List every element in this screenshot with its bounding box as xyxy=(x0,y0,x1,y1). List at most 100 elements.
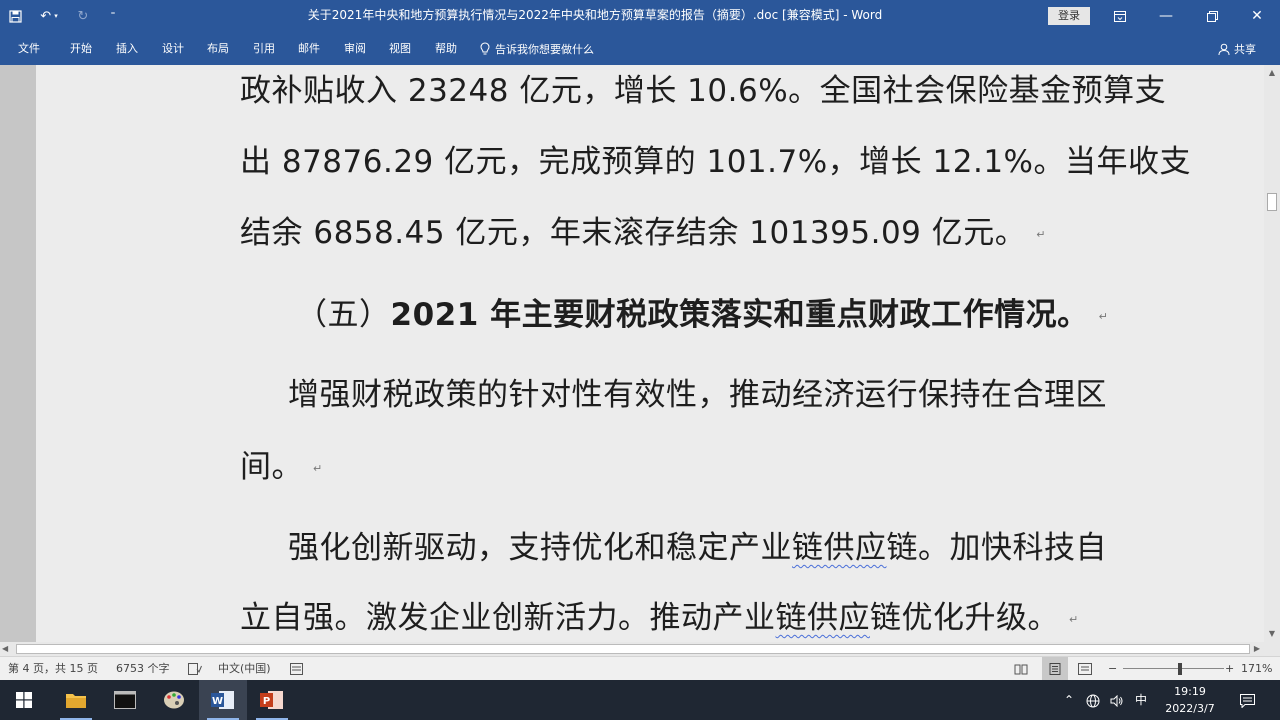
word-count[interactable]: 6753 个字 xyxy=(116,657,170,681)
status-bar: 第 4 页，共 15 页 6753 个字 中文(中国) − + 171% xyxy=(0,656,1280,681)
paragraph-mark: ↵ xyxy=(1036,228,1046,241)
restore-button[interactable] xyxy=(1189,0,1235,32)
tab-mailings[interactable]: 邮件 xyxy=(298,32,320,65)
proofing-icon[interactable] xyxy=(188,657,202,681)
svg-text:P: P xyxy=(263,696,270,707)
network-icon[interactable] xyxy=(1086,680,1100,720)
zoom-level[interactable]: 171% xyxy=(1241,657,1272,681)
speaker-icon xyxy=(1110,694,1123,707)
close-button[interactable]: ✕ xyxy=(1234,0,1280,32)
tell-me-label: 告诉我你想要做什么 xyxy=(495,42,594,56)
section-heading: （五）2021 年主要财税政策落实和重点财政工作情况。 ↵ xyxy=(296,289,1108,334)
text-line-content: 链优化升级。 xyxy=(870,600,1059,636)
volume-icon[interactable] xyxy=(1110,680,1124,720)
scroll-up-arrow-icon[interactable]: ▲ xyxy=(1264,65,1280,81)
share-label: 共享 xyxy=(1234,42,1256,56)
svg-text:W: W xyxy=(212,696,223,707)
folder-icon xyxy=(66,694,86,708)
print-layout-icon xyxy=(1049,663,1061,675)
zoom-slider-thumb[interactable] xyxy=(1178,663,1182,675)
customize-icon: ⁼ xyxy=(110,11,116,21)
scroll-left-arrow-icon[interactable]: ◀ xyxy=(2,642,8,656)
scroll-right-arrow-icon[interactable]: ▶ xyxy=(1254,642,1260,656)
web-layout-button[interactable] xyxy=(1078,657,1092,681)
language-indicator[interactable]: 中文(中国) xyxy=(218,657,271,681)
document-page[interactable]: 政补贴收入 23248 亿元，增长 10.6%。全国社会保险基金预算支 出 87… xyxy=(36,65,1264,642)
ribbon-display-options-button[interactable] xyxy=(1097,0,1143,32)
start-button[interactable] xyxy=(0,680,48,720)
minimize-button[interactable]: — xyxy=(1143,0,1189,32)
taskbar-terminal[interactable] xyxy=(101,680,149,720)
text-line: 立自强。激发企业创新活力。推动产业链供应链优化升级。 ↵ xyxy=(240,592,1079,637)
customize-qat-button[interactable]: ⁼ xyxy=(98,0,128,32)
tab-references[interactable]: 引用 xyxy=(253,32,275,65)
taskbar-paint-app[interactable] xyxy=(150,680,198,720)
text-line-content: 出 87876.29 亿元，完成预算的 101.7%，增长 12.1%。当年收支 xyxy=(240,144,1192,180)
quick-access-toolbar: ↶ ▾ ↻ ⁼ xyxy=(0,0,128,32)
horizontal-scrollbar[interactable]: ◀ ▶ xyxy=(0,642,1264,656)
tab-file[interactable]: 文件 xyxy=(18,32,40,65)
text-line: 政补贴收入 23248 亿元，增长 10.6%。全国社会保险基金预算支 xyxy=(240,65,1166,110)
paragraph-mark: ↵ xyxy=(1069,613,1079,626)
text-line: 增强财税政策的针对性有效性，推动经济运行保持在合理区 xyxy=(288,369,1107,414)
ime-indicator[interactable]: 中 xyxy=(1135,680,1147,720)
print-layout-button[interactable] xyxy=(1042,657,1068,681)
grammar-flagged-text[interactable]: 链供应 xyxy=(792,530,887,566)
undo-icon: ↶ xyxy=(40,8,52,24)
scroll-down-arrow-icon[interactable]: ▼ xyxy=(1264,626,1280,642)
windows-taskbar: W P ⌃ 中 19:19 2022/3/7 xyxy=(0,680,1280,720)
show-hidden-icons-button[interactable]: ⌃ xyxy=(1064,680,1074,720)
redo-button[interactable]: ↻ xyxy=(68,0,98,32)
text-line-content: 链。加快科技自 xyxy=(886,530,1107,566)
page-count[interactable]: 第 4 页，共 15 页 xyxy=(8,657,98,681)
text-line-content: 立自强。激发企业创新活力。推动产业 xyxy=(240,600,776,636)
document-area[interactable]: 政补贴收入 23248 亿元，增长 10.6%。全国社会保险基金预算支 出 87… xyxy=(0,65,1264,642)
redo-icon: ↻ xyxy=(77,8,89,24)
text-line-content: 间。 xyxy=(240,449,303,485)
tab-insert[interactable]: 插入 xyxy=(116,32,138,65)
terminal-icon xyxy=(114,691,136,709)
zoom-slider-track[interactable] xyxy=(1123,668,1224,669)
tab-home[interactable]: 开始 xyxy=(70,32,92,65)
clock-date: 2022/3/7 xyxy=(1165,702,1215,715)
globe-icon xyxy=(1086,694,1100,707)
taskbar-file-explorer[interactable] xyxy=(52,680,100,720)
tab-design[interactable]: 设计 xyxy=(162,32,184,65)
text-line-content: 强化创新驱动，支持优化和稳定产业 xyxy=(288,530,792,566)
undo-button[interactable]: ↶ ▾ xyxy=(30,0,68,32)
save-button[interactable] xyxy=(0,0,30,32)
ibeam-cursor-icon: I xyxy=(811,303,820,319)
text-line-content: 增强财税政策的针对性有效性，推动经济运行保持在合理区 xyxy=(288,377,1107,413)
save-icon xyxy=(8,9,22,23)
zoom-in-button[interactable]: + xyxy=(1225,657,1234,681)
tab-help[interactable]: 帮助 xyxy=(435,32,457,65)
share-button[interactable]: 共享 xyxy=(1218,32,1256,65)
document-title: 关于2021年中央和地方预算执行情况与2022年中央和地方预算草案的报告（摘要）… xyxy=(307,8,883,22)
text-line: 出 87876.29 亿元，完成预算的 101.7%，增长 12.1%。当年收支 xyxy=(240,136,1191,181)
person-icon xyxy=(1218,43,1230,55)
system-clock[interactable]: 19:19 2022/3/7 xyxy=(1160,683,1220,717)
tell-me-search[interactable]: 告诉我你想要做什么 xyxy=(480,32,594,65)
scrollbar-corner xyxy=(1264,642,1280,656)
action-center-button[interactable] xyxy=(1240,680,1255,720)
paragraph-mark: ↵ xyxy=(313,462,323,475)
taskbar-powerpoint[interactable]: P xyxy=(248,680,296,720)
restore-icon xyxy=(1206,10,1218,22)
tab-layout[interactable]: 布局 xyxy=(207,32,229,65)
taskbar-word[interactable]: W xyxy=(199,680,247,720)
zoom-out-button[interactable]: − xyxy=(1108,657,1117,681)
clock-time: 19:19 xyxy=(1174,685,1206,698)
text-line: 结余 6858.45 亿元，年末滚存结余 101395.09 亿元。 ↵ xyxy=(240,207,1046,252)
notification-icon xyxy=(1240,693,1255,709)
vertical-scrollbar[interactable]: ▲ ▼ xyxy=(1264,65,1280,642)
read-mode-button[interactable] xyxy=(1014,657,1028,681)
grammar-flagged-text[interactable]: 链供应 xyxy=(776,600,871,636)
horizontal-scroll-thumb[interactable] xyxy=(16,644,1250,654)
tab-review[interactable]: 审阅 xyxy=(344,32,366,65)
text-line-content: 政补贴收入 23248 亿元，增长 10.6%。全国社会保险基金预算支 xyxy=(240,73,1167,109)
macro-icon[interactable] xyxy=(290,657,303,681)
login-button[interactable]: 登录 xyxy=(1048,7,1090,25)
ribbon-tab-bar: 文件 开始 插入 设计 布局 引用 邮件 审阅 视图 帮助 告诉我你想要做什么 … xyxy=(0,32,1280,65)
vertical-scroll-thumb[interactable] xyxy=(1267,193,1277,211)
tab-view[interactable]: 视图 xyxy=(389,32,411,65)
